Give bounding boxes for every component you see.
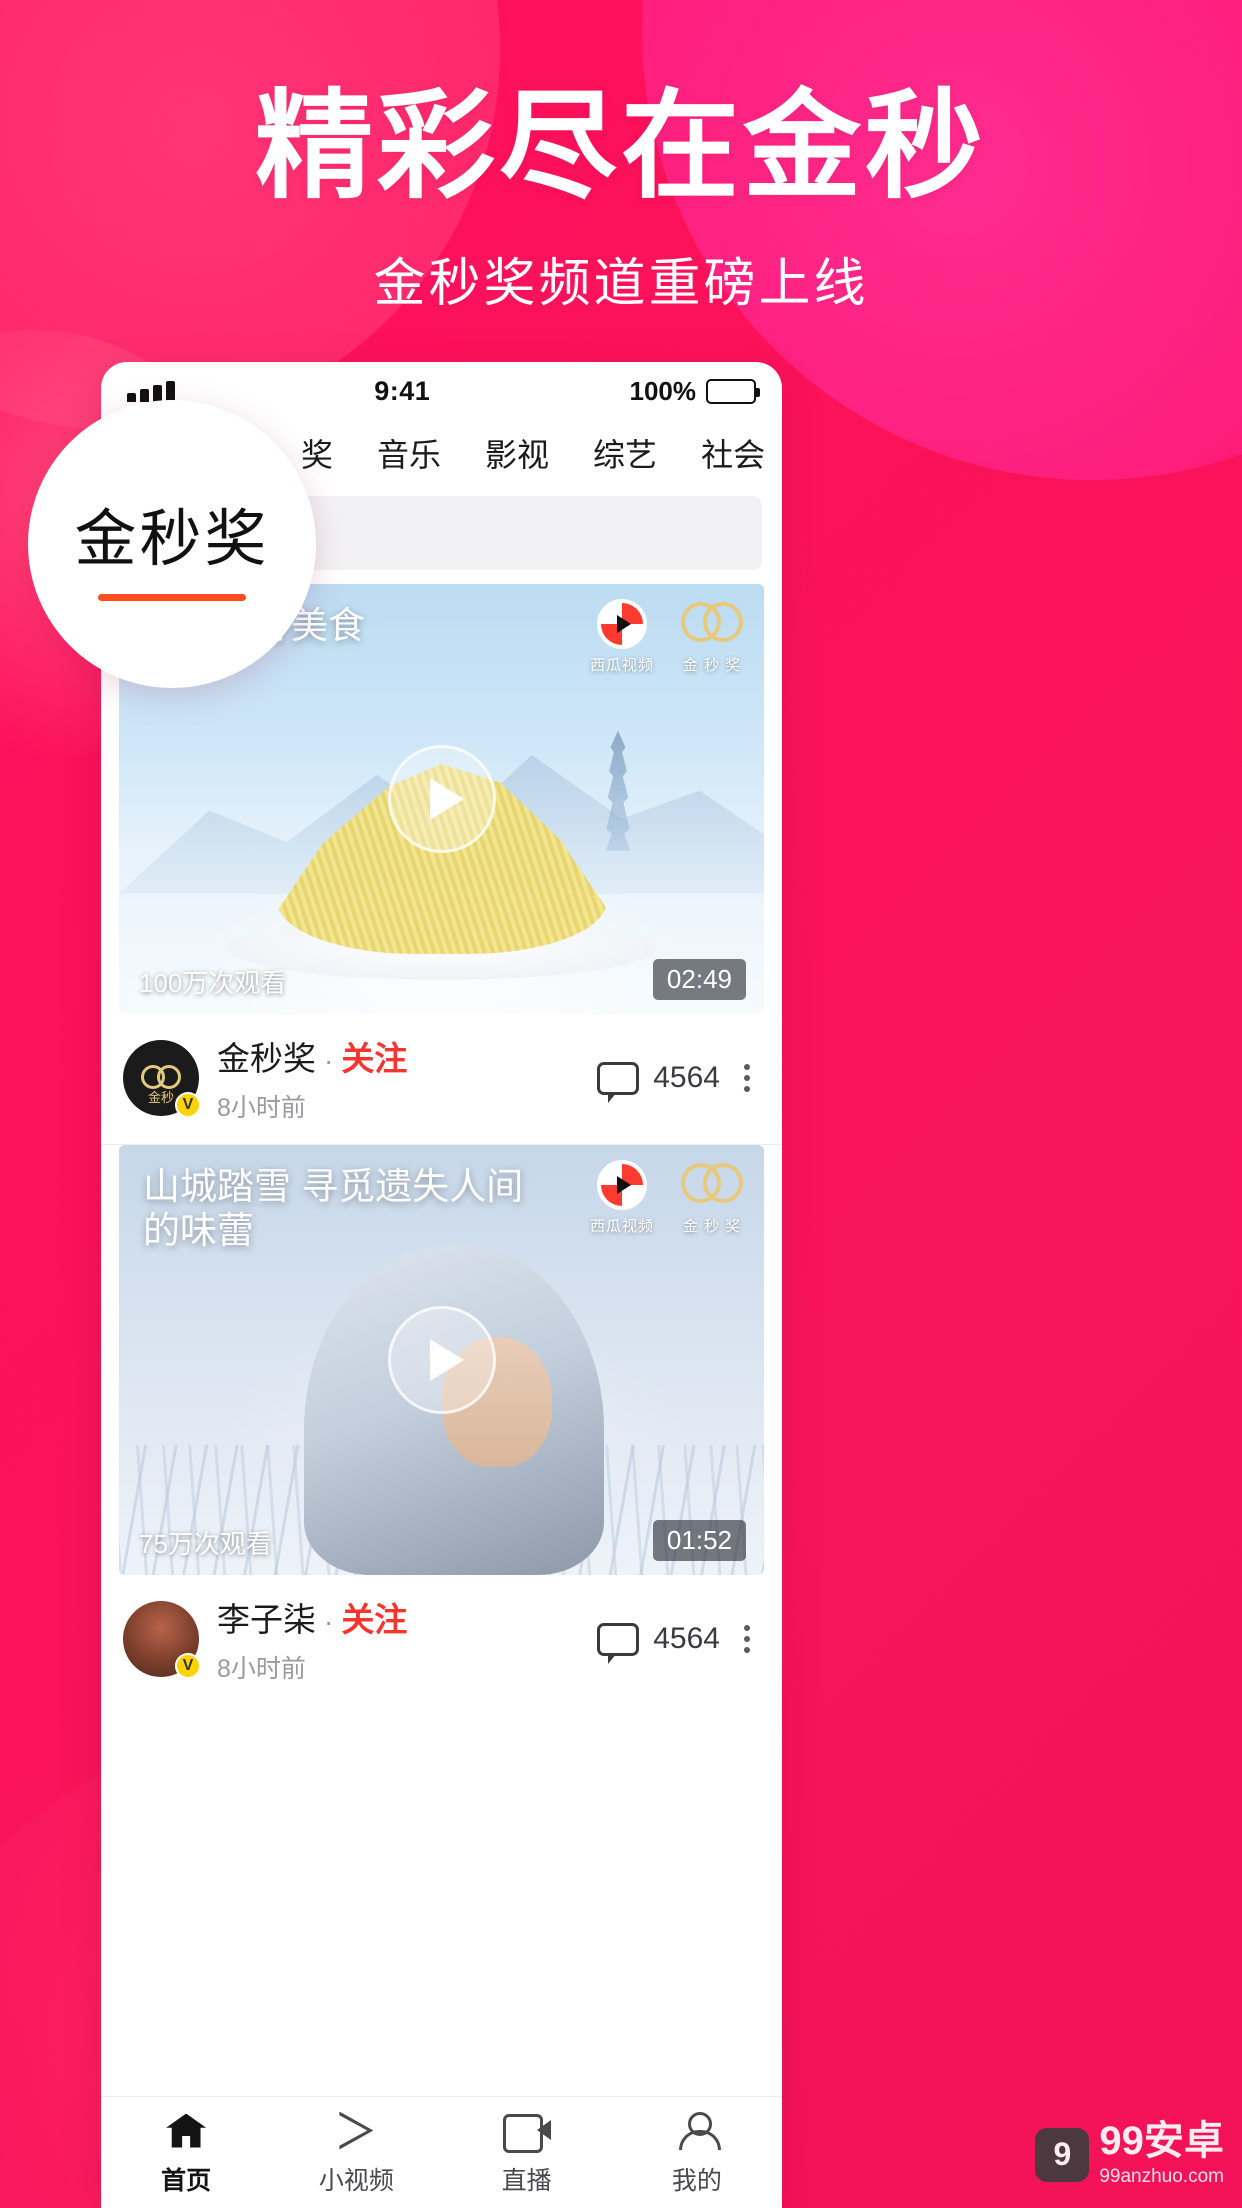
user-icon bbox=[678, 2109, 721, 2153]
video-meta-actions: 4564 bbox=[597, 1058, 760, 1103]
video-thumbnail[interactable]: 山城踏雪 寻觅遗失人间的味蕾 西瓜视频 金 秒 奖 75万次观看 01:52 bbox=[119, 1145, 764, 1575]
tab-home-label: 首页 bbox=[161, 2166, 212, 2195]
short-video-icon bbox=[339, 2109, 374, 2153]
watermark-logo-icon: 9 bbox=[1035, 2127, 1090, 2182]
hero-title: 精彩尽在金秒 bbox=[254, 81, 987, 213]
xigua-video-logo: 西瓜视频 bbox=[588, 1159, 656, 1236]
signal-bars-icon bbox=[127, 380, 175, 402]
verified-badge: V bbox=[175, 1092, 201, 1118]
battery-percent-label: 100% bbox=[629, 375, 697, 406]
watermark-url: 99anzhuo.com bbox=[1099, 2166, 1224, 2187]
category-tab-film[interactable]: 影视 bbox=[485, 430, 549, 476]
golden-second-award-logo-caption: 金 秒 奖 bbox=[682, 1218, 742, 1235]
golden-second-award-logo: 金 秒 奖 bbox=[678, 1159, 746, 1236]
watermark-text: 99安卓 99anzhuo.com bbox=[1099, 2121, 1224, 2188]
follow-button[interactable]: 关注 bbox=[341, 1032, 407, 1080]
tab-short-video-label: 小视频 bbox=[318, 2166, 394, 2195]
comment-icon[interactable] bbox=[597, 1622, 640, 1664]
gold-award-avatar[interactable]: 金秒 V bbox=[123, 1040, 201, 1118]
golden-second-award-logo-caption: 金 秒 奖 bbox=[682, 657, 742, 674]
verified-badge: V bbox=[175, 1653, 201, 1679]
more-vertical-icon[interactable] bbox=[734, 1619, 760, 1659]
tab-live-label: 直播 bbox=[501, 2166, 552, 2195]
more-vertical-icon[interactable] bbox=[734, 1058, 760, 1098]
brand-logo-group: 西瓜视频 金 秒 奖 bbox=[588, 1159, 746, 1236]
publish-time: 8小时前 bbox=[217, 1094, 306, 1122]
comment-count: 4564 bbox=[653, 1622, 720, 1655]
comment-count: 4564 bbox=[653, 1061, 720, 1094]
video-title: 山城踏雪 寻觅遗失人间的味蕾 bbox=[143, 1166, 524, 1252]
video-duration: 02:49 bbox=[652, 959, 746, 1000]
video-meta-main: 李子柒 · 关注 8小时前 bbox=[217, 1593, 579, 1685]
category-tab-variety[interactable]: 综艺 bbox=[593, 430, 657, 476]
status-bar-right: 100% bbox=[629, 375, 760, 407]
bottom-tab-bar[interactable]: 首页 小视频 直播 我的 bbox=[101, 2096, 782, 2208]
comment-icon[interactable] bbox=[597, 1061, 640, 1103]
view-count: 75万次观看 bbox=[139, 1529, 272, 1559]
video-meta-main: 金秒奖 · 关注 8小时前 bbox=[217, 1032, 579, 1124]
brand-logo-group: 西瓜视频 金 秒 奖 bbox=[588, 598, 746, 675]
meta-separator: · bbox=[324, 1606, 334, 1637]
video-meta-row: V 李子柒 · 关注 8小时前 4564 bbox=[101, 1575, 782, 1705]
category-tab-jiang[interactable]: 奖 bbox=[301, 430, 333, 476]
xigua-video-logo-caption: 西瓜视频 bbox=[589, 1218, 654, 1235]
follow-button[interactable]: 关注 bbox=[341, 1593, 407, 1641]
hero-subtitle: 金秒奖频道重磅上线 bbox=[373, 255, 869, 314]
xigua-video-logo-caption: 西瓜视频 bbox=[589, 657, 654, 674]
liziqi-avatar[interactable]: V bbox=[123, 1601, 201, 1679]
category-tab-society[interactable]: 社会 bbox=[701, 430, 765, 476]
badge-underline bbox=[98, 593, 246, 601]
tab-short-video[interactable]: 小视频 bbox=[271, 2097, 441, 2208]
video-meta-actions: 4564 bbox=[597, 1619, 760, 1664]
status-bar-time: 9:41 bbox=[374, 375, 431, 406]
publish-time: 8小时前 bbox=[217, 1655, 306, 1683]
view-count: 100万次观看 bbox=[139, 968, 287, 998]
golden-second-award-badge: 金秒奖 bbox=[28, 400, 316, 688]
hero-section: 精彩尽在金秒 金秒奖频道重磅上线 bbox=[0, 78, 1242, 316]
battery-full-icon bbox=[706, 378, 760, 404]
video-feed: 体味田野美食 西瓜视频 金 秒 奖 100万次观看 02:49 bbox=[101, 584, 782, 1705]
badge-label: 金秒奖 bbox=[74, 504, 270, 574]
play-circle-icon[interactable] bbox=[387, 1306, 496, 1414]
author-name[interactable]: 金秒奖 bbox=[217, 1032, 316, 1080]
author-name[interactable]: 李子柒 bbox=[217, 1593, 316, 1641]
meta-separator: · bbox=[324, 1045, 334, 1076]
tab-mine[interactable]: 我的 bbox=[612, 2097, 782, 2208]
tab-mine-label: 我的 bbox=[671, 2166, 722, 2195]
tab-live[interactable]: 直播 bbox=[442, 2097, 612, 2208]
play-circle-icon[interactable] bbox=[387, 745, 496, 853]
golden-second-award-logo: 金 秒 奖 bbox=[678, 598, 746, 675]
watermark-title: 99安卓 bbox=[1099, 2119, 1224, 2163]
video-card[interactable]: 山城踏雪 寻觅遗失人间的味蕾 西瓜视频 金 秒 奖 75万次观看 01:52 V… bbox=[101, 1145, 782, 1705]
tab-home[interactable]: 首页 bbox=[101, 2097, 271, 2208]
home-icon bbox=[166, 2109, 207, 2153]
video-duration: 01:52 bbox=[652, 1520, 746, 1561]
site-watermark: 9 99安卓 99anzhuo.com bbox=[1035, 2121, 1224, 2188]
video-meta-row: 金秒 V 金秒奖 · 关注 8小时前 4564 bbox=[101, 1014, 782, 1144]
live-camera-icon bbox=[502, 2109, 551, 2153]
xigua-video-logo: 西瓜视频 bbox=[588, 598, 656, 675]
category-tab-music[interactable]: 音乐 bbox=[377, 430, 441, 476]
